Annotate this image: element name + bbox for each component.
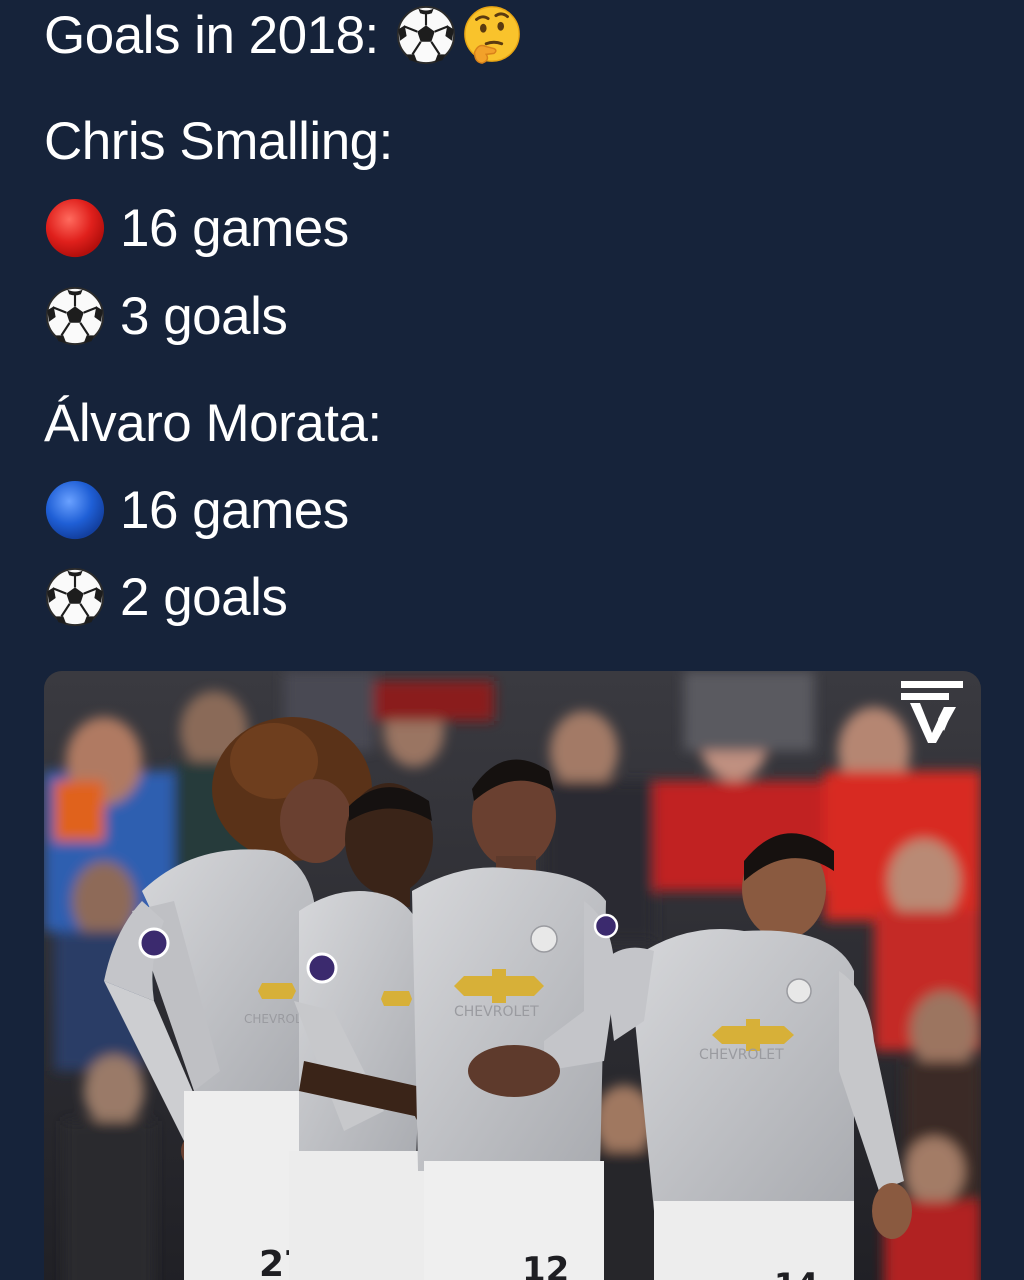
soccer-ball-icon <box>395 4 457 66</box>
red-circle-icon <box>44 197 106 259</box>
player-1-games: 16 games <box>120 198 349 258</box>
player-1-goals-line: 3 goals <box>44 281 288 351</box>
tweet-photo[interactable]: CHEVROLET 27 CHEVROLET 12 CHEVROLET <box>44 671 981 1280</box>
shirt-number-12: 12 <box>522 1250 569 1280</box>
player-1-name-line: Chris Smalling: <box>44 106 393 176</box>
sponsor-text-2: CHEVROLET <box>454 1004 539 1020</box>
players-celebration-photo: CHEVROLET 27 CHEVROLET 12 CHEVROLET <box>44 671 981 1280</box>
heading-text: Goals in 2018: <box>44 5 379 65</box>
blue-circle-icon <box>44 479 106 541</box>
player-2-name: Álvaro Morata: <box>44 393 382 453</box>
soccer-ball-icon <box>44 566 106 628</box>
soccer-ball-icon <box>44 285 106 347</box>
thinking-face-icon <box>461 4 523 66</box>
player-1-name: Chris Smalling: <box>44 111 393 171</box>
player-2-goals: 2 goals <box>120 567 288 627</box>
player-2-goals-line: 2 goals <box>44 562 288 632</box>
player-1-goals: 3 goals <box>120 286 288 346</box>
heading-line: Goals in 2018: <box>44 0 523 70</box>
player-2-games-line: 16 games <box>44 475 349 545</box>
player-1-games-line: 16 games <box>44 193 349 263</box>
player-2-games: 16 games <box>120 480 349 540</box>
sponsor-text-3: CHEVROLET <box>699 1047 784 1063</box>
shirt-number-14: 14 <box>774 1266 819 1280</box>
player-2-name-line: Álvaro Morata: <box>44 388 382 458</box>
